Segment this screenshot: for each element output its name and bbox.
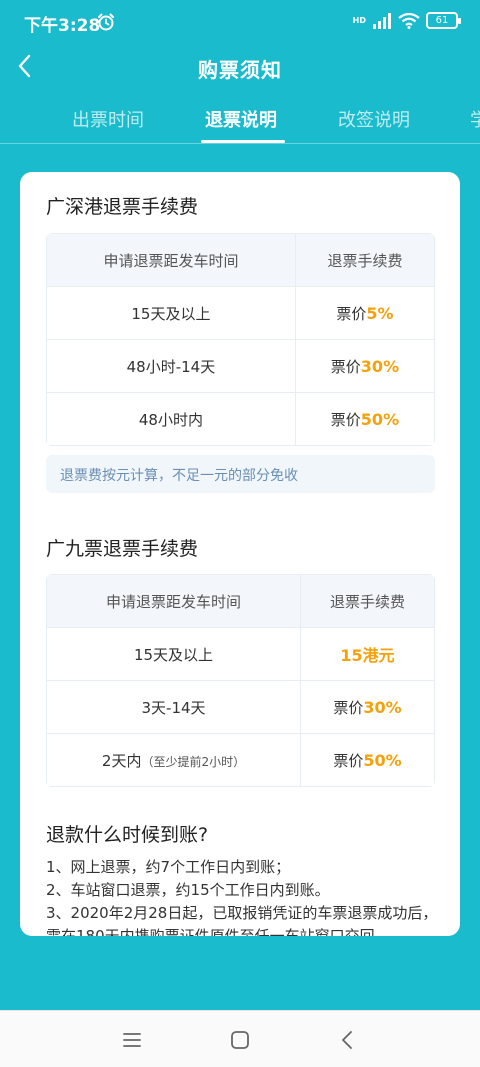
table-row: 3天-14天 票价30% (46, 680, 435, 734)
status-time: 下午3:28 (24, 16, 101, 36)
table-row: 15天及以上 15港元 (46, 627, 435, 681)
fee-value: 15港元 (340, 646, 395, 665)
fee-prefix: 票价 (330, 357, 361, 376)
table-cell-fee: 票价30% (300, 680, 435, 734)
fee-value: 50% (363, 750, 402, 770)
list-item: 2、车站窗口退票，约15个工作日内到账。 (46, 881, 330, 899)
tab-bar: 出票时间 退票说明 改签说明 学 (0, 92, 480, 144)
table-cell-fee: 票价50% (294, 392, 435, 446)
table-cell-fee: 票价50% (300, 733, 435, 787)
status-bar: 下午3:28 HD 61 (0, 0, 480, 44)
wifi-icon (398, 12, 420, 29)
table-header-cell: 退票手续费 (294, 233, 435, 287)
table-cell-time: 48小时内 (46, 392, 296, 446)
fee-value: 30% (363, 697, 402, 717)
content-card[interactable]: 广深港退票手续费 申请退票距发车时间 退票手续费 15天及以上 票价5% 48小… (20, 172, 460, 936)
table-cell-fee: 15港元 (300, 627, 435, 681)
table-cell-time: 2天内（至少提前2小时） (46, 733, 302, 787)
battery-icon: 61 (426, 12, 461, 29)
table-header-row: 申请退票距发车时间 退票手续费 (46, 233, 435, 287)
table-header-cell: 申请退票距发车时间 (46, 574, 302, 628)
tab-student[interactable]: 学 (470, 106, 480, 132)
fee-table-gj: 申请退票距发车时间 退票手续费 15天及以上 15港元 3天-14天 票价30%… (46, 574, 435, 787)
table-row: 2天内（至少提前2小时） 票价50% (46, 733, 435, 787)
fee-prefix: 票价 (333, 698, 364, 717)
list-item: 3、2020年2月28日起，已取报销凭证的车票退票成功后，需在180天内携购票证… (46, 904, 438, 936)
table-cell-fee: 票价5% (294, 286, 435, 340)
section-title-gj: 广九票退票手续费 (46, 538, 199, 560)
active-tab-indicator (201, 140, 285, 143)
fee-prefix: 票价 (333, 751, 364, 770)
section-title-gsg: 广深港退票手续费 (46, 196, 199, 218)
table-header-cell: 退票手续费 (300, 574, 435, 628)
system-nav-bar (0, 1010, 480, 1067)
fee-note: 退票费按元计算，不足一元的部分免收 (46, 455, 435, 493)
signal-icon (373, 12, 391, 29)
table-cell-time: 3天-14天 (46, 680, 302, 734)
back-icon[interactable] (337, 1029, 359, 1051)
refund-title: 退款什么时候到账? (46, 824, 209, 846)
table-cell-time: 48小时-14天 (46, 339, 296, 393)
table-header-cell: 申请退票距发车时间 (46, 233, 296, 287)
table-row: 48小时内 票价50% (46, 392, 435, 446)
refund-list: 1、网上退票，约7个工作日内到账； 2、车站窗口退票，约15个工作日内到账。 3… (46, 856, 446, 936)
time-text: 2天内 (101, 751, 142, 770)
fee-value: 30% (360, 356, 400, 376)
list-item: 1、网上退票，约7个工作日内到账； (46, 858, 291, 876)
menu-icon[interactable] (121, 1029, 143, 1051)
app-header: 购票须知 (0, 44, 480, 92)
fee-prefix: 票价 (330, 410, 361, 429)
table-cell-fee: 票价30% (294, 339, 435, 393)
table-cell-time: 15天及以上 (46, 286, 296, 340)
fee-prefix: 票价 (336, 304, 367, 323)
tab-refund-info[interactable]: 退票说明 (205, 106, 277, 132)
table-header-row: 申请退票距发车时间 退票手续费 (46, 574, 435, 628)
fee-value: 5% (366, 303, 394, 323)
table-cell-time: 15天及以上 (46, 627, 302, 681)
tab-change-info[interactable]: 改签说明 (338, 106, 410, 132)
home-icon[interactable] (229, 1029, 251, 1051)
alarm-clock-icon (98, 13, 114, 31)
tab-ticket-time[interactable]: 出票时间 (72, 106, 144, 132)
table-row: 15天及以上 票价5% (46, 286, 435, 340)
status-indicators: HD 61 (352, 12, 461, 29)
network-type-label: HD (352, 16, 366, 25)
fee-table-gsg: 申请退票距发车时间 退票手续费 15天及以上 票价5% 48小时-14天 票价3… (46, 233, 435, 446)
time-note: （至少提前2小时） (141, 754, 246, 769)
page-title: 购票须知 (198, 58, 282, 82)
table-row: 48小时-14天 票价30% (46, 339, 435, 393)
fee-value: 50% (360, 409, 400, 429)
